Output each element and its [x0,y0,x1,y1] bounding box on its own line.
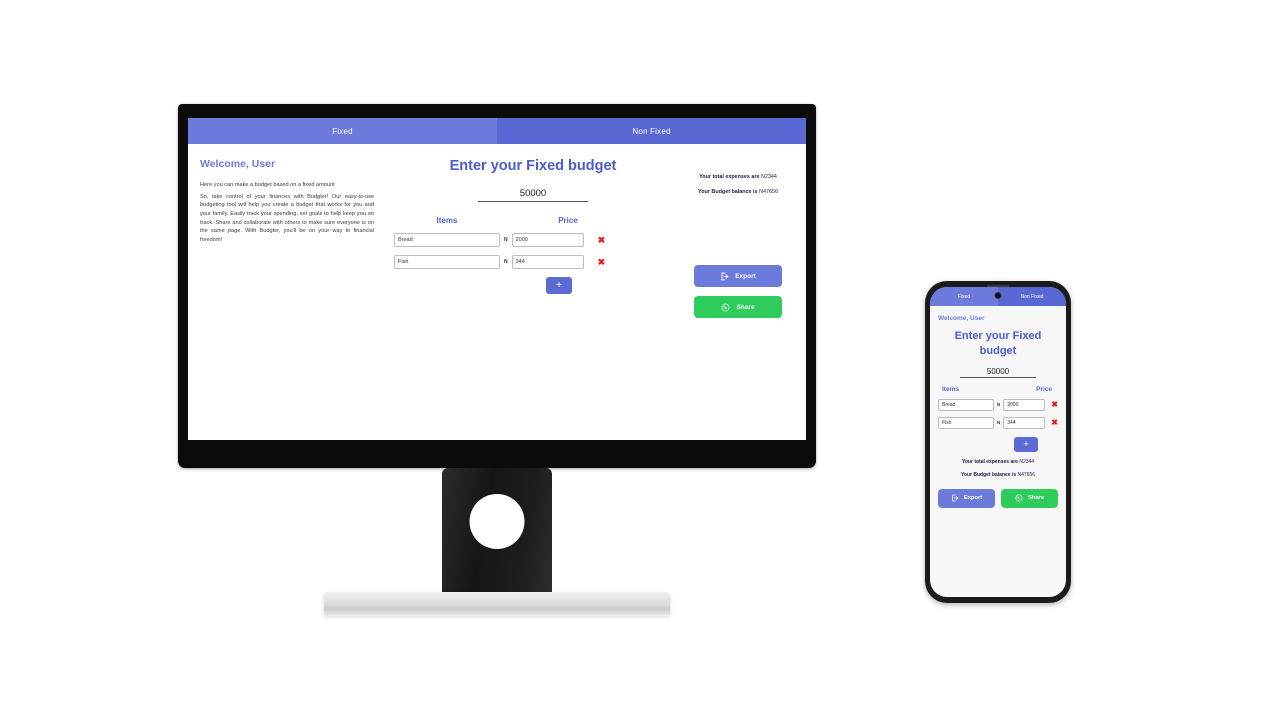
page-title: Enter your Fixed budget [449,158,617,174]
mobile-total-expenses-prefix: Your total expenses are [961,458,1020,465]
monitor-stand-neck [442,468,552,602]
intro-line-1: Here you can make a budget based on a fi… [200,182,335,188]
sidebar-panel: Welcome, User Here you can make a budget… [188,158,388,440]
total-expenses-value: N2344 [761,174,777,180]
mobile-delete-row-icon[interactable]: ✖ [1051,418,1058,427]
budget-amount-input[interactable]: 50000 [478,188,588,202]
desktop-screen: Fixed Non Fixed Welcome, User Here you c… [188,118,806,440]
mobile-action-buttons: Export Share [938,488,1058,508]
mobile-currency-symbol: N [997,420,1001,426]
intro-line-2: So, take control of your finances with B… [200,193,374,243]
item-name-value: Bread [398,237,413,243]
mobile-item-price-input[interactable]: 344 [1003,416,1046,429]
mobile-item-name-value: Fish [942,419,952,426]
mobile-expense-row: Fish N 344 ✖ [938,416,1058,429]
delete-row-icon[interactable]: ✖ [598,257,606,267]
budget-form-panel: Enter your Fixed budget 50000 Items Pric… [388,158,678,440]
mobile-column-header-price: Price [1036,385,1052,393]
tab-fixed-label: Fixed [332,126,353,136]
column-header-price: Price [558,216,578,225]
mobile-budget-amount-value: 50000 [986,366,1010,376]
column-header-items: Items [436,216,458,225]
export-icon [951,494,960,503]
mobile-tab-non-fixed-label: Non Fixed [1020,293,1044,300]
mobile-add-row-container: + [938,436,1058,452]
export-icon [720,272,729,281]
mobile-item-name-input[interactable]: Bread [938,398,994,411]
mobile-item-name-input[interactable]: Fish [938,416,994,429]
budget-amount-value: 50000 [519,188,547,199]
mobile-currency-symbol: N [997,402,1001,408]
expense-row: Bread N 2000 ✖ [394,233,672,247]
export-button-label: Export [735,272,756,280]
tab-non-fixed[interactable]: Non Fixed [497,118,806,144]
monitor-stand-cutout [469,494,525,549]
mobile-tab-non-fixed[interactable]: Non Fixed [998,287,1066,306]
budget-balance-value: N47656 [759,189,778,195]
column-headers: Items Price [394,216,672,225]
tab-bar: Fixed Non Fixed [188,118,806,144]
share-button-label: Share [736,303,755,311]
item-price-input[interactable]: 344 [511,255,584,269]
mobile-delete-row-icon[interactable]: ✖ [1051,400,1058,409]
mobile-budget-balance-text: Your Budget balance is N47656 [938,472,1058,478]
item-name-value: Fish [398,259,409,265]
mobile-column-header-items: Items [942,385,959,393]
mobile-welcome-heading: Welcome, User [938,315,985,322]
mockup-stage: Fixed Non Fixed Welcome, User Here you c… [0,0,1280,720]
mobile-tab-fixed-label: Fixed [957,293,971,300]
whatsapp-icon [721,303,730,312]
summary-panel: Your total expenses are N2344 Your Budge… [678,158,806,440]
mobile-budget-balance-prefix: Your Budget balance is [960,471,1018,478]
mobile-item-price-input[interactable]: 2000 [1003,398,1046,411]
budget-balance-text: Your Budget balance is N47656 [678,189,798,195]
item-name-input[interactable]: Bread [394,233,500,247]
mobile-export-button[interactable]: Export [938,488,995,508]
mobile-item-price-value: 2000 [1007,401,1019,408]
item-name-input[interactable]: Fish [394,255,500,269]
total-expenses-text: Your total expenses are N2344 [678,174,798,180]
mobile-tab-fixed[interactable]: Fixed [930,287,998,306]
mobile-total-expenses-value: N2344 [1019,458,1035,465]
add-row-container: + [546,277,672,294]
mobile-column-headers: Items Price [938,386,1058,393]
mobile-share-button-label: Share [1027,495,1045,502]
mobile-expense-row: Bread N 2000 ✖ [938,398,1058,411]
export-button[interactable]: Export [694,265,782,287]
delete-row-icon[interactable]: ✖ [598,235,606,245]
intro-text: Here you can make a budget based on a fi… [200,181,374,245]
phone-camera-icon [994,292,1002,299]
add-row-button[interactable]: + [546,277,572,294]
monitor-bezel: Fixed Non Fixed Welcome, User Here you c… [178,104,816,468]
item-price-value: 344 [515,259,525,265]
share-button[interactable]: Share [694,296,782,318]
budget-balance-prefix: Your Budget balance is [698,189,760,195]
total-expenses-prefix: Your total expenses are [699,174,762,180]
mobile-budget-balance-value: N47656 [1017,471,1036,478]
item-price-value: 2000 [515,237,528,243]
mobile-app-body: Welcome, User Enter your Fixed budget 50… [930,306,1066,597]
mobile-phone-mockup: Fixed Non Fixed Welcome, User Enter your… [925,281,1071,603]
mobile-export-button-label: Export [963,495,983,502]
currency-symbol: N [504,259,508,265]
expense-row: Fish N 344 ✖ [394,255,672,269]
app-body: Welcome, User Here you can make a budget… [188,144,806,440]
item-price-input[interactable]: 2000 [511,233,584,247]
mobile-share-button[interactable]: Share [1001,488,1058,508]
tab-non-fixed-label: Non Fixed [632,126,671,136]
mobile-total-expenses-text: Your total expenses are N2344 [938,459,1058,465]
mobile-screen: Fixed Non Fixed Welcome, User Enter your… [930,287,1066,597]
welcome-heading: Welcome, User [200,158,276,170]
tab-fixed[interactable]: Fixed [188,118,497,144]
mobile-item-price-value: 344 [1007,419,1016,426]
mobile-budget-amount-input[interactable]: 50000 [960,367,1036,378]
mobile-add-row-button[interactable]: + [1014,436,1038,452]
desktop-monitor-mockup: Fixed Non Fixed Welcome, User Here you c… [178,104,816,616]
mobile-item-name-value: Bread [942,401,956,408]
mobile-page-title: Enter your Fixed budget [954,330,1042,357]
currency-symbol: N [504,237,508,243]
monitor-stand-base-front [324,610,670,616]
whatsapp-icon [1015,494,1024,503]
